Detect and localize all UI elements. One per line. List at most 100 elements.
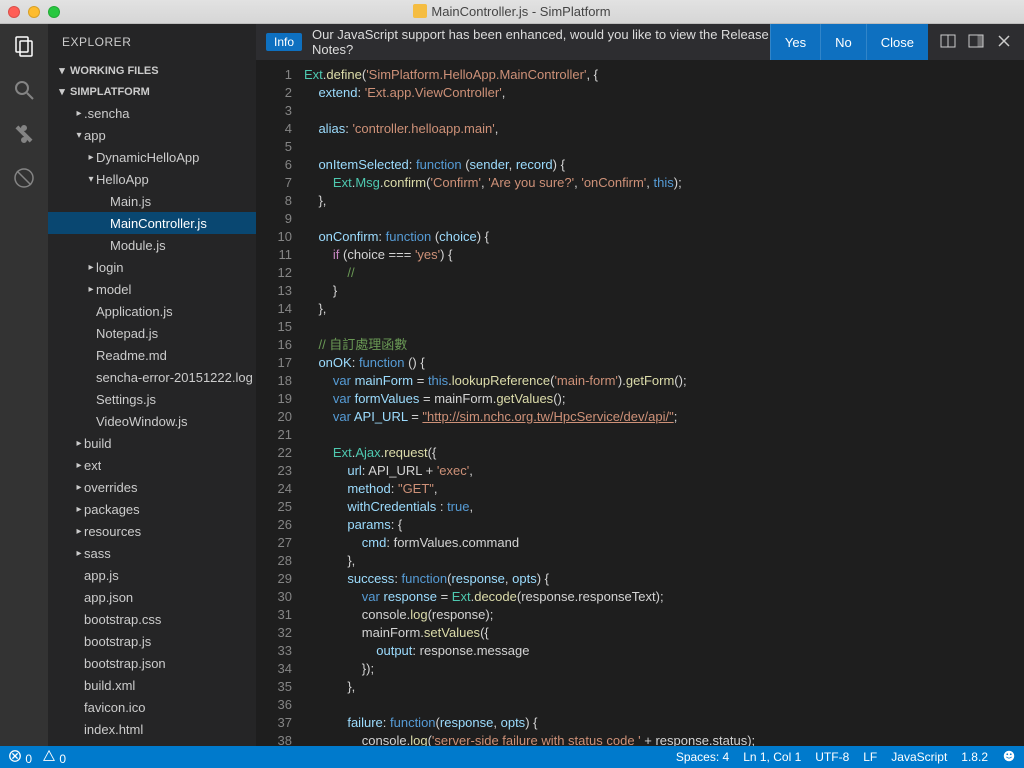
tree-folder[interactable]: ▸resources [48, 520, 256, 542]
file-tree: ▸.sencha▾app▸DynamicHelloApp▾HelloAppMai… [48, 102, 256, 746]
tree-folder[interactable]: ▸overrides [48, 476, 256, 498]
chevron-icon: ▸ [74, 460, 84, 471]
tree-item-label: .sencha [84, 106, 130, 121]
tree-file[interactable]: Readme.md [48, 344, 256, 366]
close-notification-button[interactable]: Close [866, 24, 928, 60]
tree-item-label: ext [84, 458, 101, 473]
chevron-icon: ▸ [74, 438, 84, 449]
tree-file[interactable]: app.json [48, 586, 256, 608]
code-editor[interactable]: 1234567891011121314151617181920212223242… [256, 60, 1024, 746]
tree-item-label: Readme.md [96, 348, 167, 363]
chevron-icon: ▸ [74, 482, 84, 493]
chevron-icon: ▸ [74, 526, 84, 537]
tree-item-label: index.html [84, 722, 143, 737]
notification-bar: Info Our JavaScript support has been enh… [256, 24, 1024, 60]
version-status[interactable]: 1.8.2 [961, 750, 988, 764]
tree-file[interactable]: build.xml [48, 674, 256, 696]
activity-bar [0, 24, 48, 746]
info-badge: Info [266, 33, 302, 51]
language-status[interactable]: JavaScript [891, 750, 947, 764]
yes-button[interactable]: Yes [770, 24, 820, 60]
tree-file[interactable]: index.html [48, 718, 256, 740]
tree-folder[interactable]: ▸sass [48, 542, 256, 564]
tree-file[interactable]: bootstrap.json [48, 652, 256, 674]
chevron-icon: ▾ [74, 130, 84, 141]
tree-file[interactable]: Notepad.js [48, 322, 256, 344]
tree-item-label: Settings.js [96, 392, 156, 407]
no-button[interactable]: No [820, 24, 866, 60]
explorer-icon[interactable] [10, 32, 38, 60]
tree-folder[interactable]: ▾HelloApp [48, 168, 256, 190]
project-section[interactable]: ▾SIMPLATFORM [48, 81, 256, 102]
line-number-gutter: 1234567891011121314151617181920212223242… [256, 60, 304, 746]
explorer-sidebar: EXPLORER ▾WORKING FILES ▾SIMPLATFORM ▸.s… [48, 24, 256, 746]
tree-item-label: build.xml [84, 678, 135, 693]
tree-file[interactable]: MainController.js [48, 212, 256, 234]
chevron-icon: ▾ [86, 174, 96, 185]
split-editor-icon[interactable] [940, 33, 956, 52]
tree-item-label: build [84, 436, 111, 451]
search-icon[interactable] [10, 76, 38, 104]
debug-icon[interactable] [10, 164, 38, 192]
tree-file[interactable]: app.js [48, 564, 256, 586]
chevron-icon: ▸ [86, 284, 96, 295]
tree-file[interactable]: Main.js [48, 190, 256, 212]
notification-text: Our JavaScript support has been enhanced… [312, 27, 770, 57]
tree-file[interactable]: Application.js [48, 300, 256, 322]
tree-item-label: DynamicHelloApp [96, 150, 199, 165]
tree-item-label: app.json [84, 590, 133, 605]
close-editor-icon[interactable] [996, 33, 1012, 52]
git-icon[interactable] [10, 120, 38, 148]
toggle-panel-icon[interactable] [968, 33, 984, 52]
tree-file[interactable]: Module.js [48, 234, 256, 256]
js-file-icon [413, 4, 427, 18]
tree-item-label: Notepad.js [96, 326, 158, 341]
tree-item-label: bootstrap.js [84, 634, 151, 649]
tree-folder[interactable]: ▸login [48, 256, 256, 278]
sidebar-title: EXPLORER [48, 24, 256, 60]
tree-file[interactable]: VideoWindow.js [48, 410, 256, 432]
eol-status[interactable]: LF [863, 750, 877, 764]
tree-item-label: login [96, 260, 123, 275]
tree-item-label: model [96, 282, 131, 297]
tree-item-label: bootstrap.json [84, 656, 166, 671]
tree-folder[interactable]: ▸build [48, 432, 256, 454]
tree-item-label: app.js [84, 568, 119, 583]
tree-item-label: Application.js [96, 304, 173, 319]
chevron-icon: ▸ [74, 108, 84, 119]
tree-file[interactable]: favicon.ico [48, 696, 256, 718]
tree-folder[interactable]: ▸DynamicHelloApp [48, 146, 256, 168]
tree-item-label: favicon.ico [84, 700, 145, 715]
chevron-icon: ▸ [74, 504, 84, 515]
status-bar: 0 0 Spaces: 4 Ln 1, Col 1 UTF-8 LF JavaS… [0, 746, 1024, 768]
working-files-section[interactable]: ▾WORKING FILES [48, 60, 256, 81]
tree-file[interactable]: sencha-error-20151222.log [48, 366, 256, 388]
tree-item-label: HelloApp [96, 172, 149, 187]
tree-item-label: Module.js [110, 238, 166, 253]
tree-item-label: packages [84, 502, 140, 517]
tree-folder[interactable]: ▸model [48, 278, 256, 300]
tree-folder[interactable]: ▸packages [48, 498, 256, 520]
errors-status[interactable]: 0 [8, 749, 32, 766]
tree-item-label: sencha-error-20151222.log [96, 370, 253, 385]
tree-folder[interactable]: ▸.sencha [48, 102, 256, 124]
encoding-status[interactable]: UTF-8 [815, 750, 849, 764]
tree-folder[interactable]: ▾app [48, 124, 256, 146]
tree-item-label: overrides [84, 480, 137, 495]
feedback-icon[interactable] [1002, 749, 1016, 766]
tree-folder[interactable]: ▸ext [48, 454, 256, 476]
tree-item-label: app [84, 128, 106, 143]
cursor-position-status[interactable]: Ln 1, Col 1 [743, 750, 801, 764]
tree-item-label: MainController.js [110, 216, 207, 231]
tree-item-label: sass [84, 546, 111, 561]
chevron-icon: ▸ [74, 548, 84, 559]
code-content[interactable]: Ext.define('SimPlatform.HelloApp.MainCon… [304, 60, 1024, 746]
tree-file[interactable]: Settings.js [48, 388, 256, 410]
tree-item-label: bootstrap.css [84, 612, 161, 627]
indentation-status[interactable]: Spaces: 4 [676, 750, 729, 764]
chevron-icon: ▸ [86, 262, 96, 273]
warnings-status[interactable]: 0 [42, 749, 66, 766]
tree-file[interactable]: bootstrap.css [48, 608, 256, 630]
tree-file[interactable]: bootstrap.js [48, 630, 256, 652]
chevron-icon: ▸ [86, 152, 96, 163]
